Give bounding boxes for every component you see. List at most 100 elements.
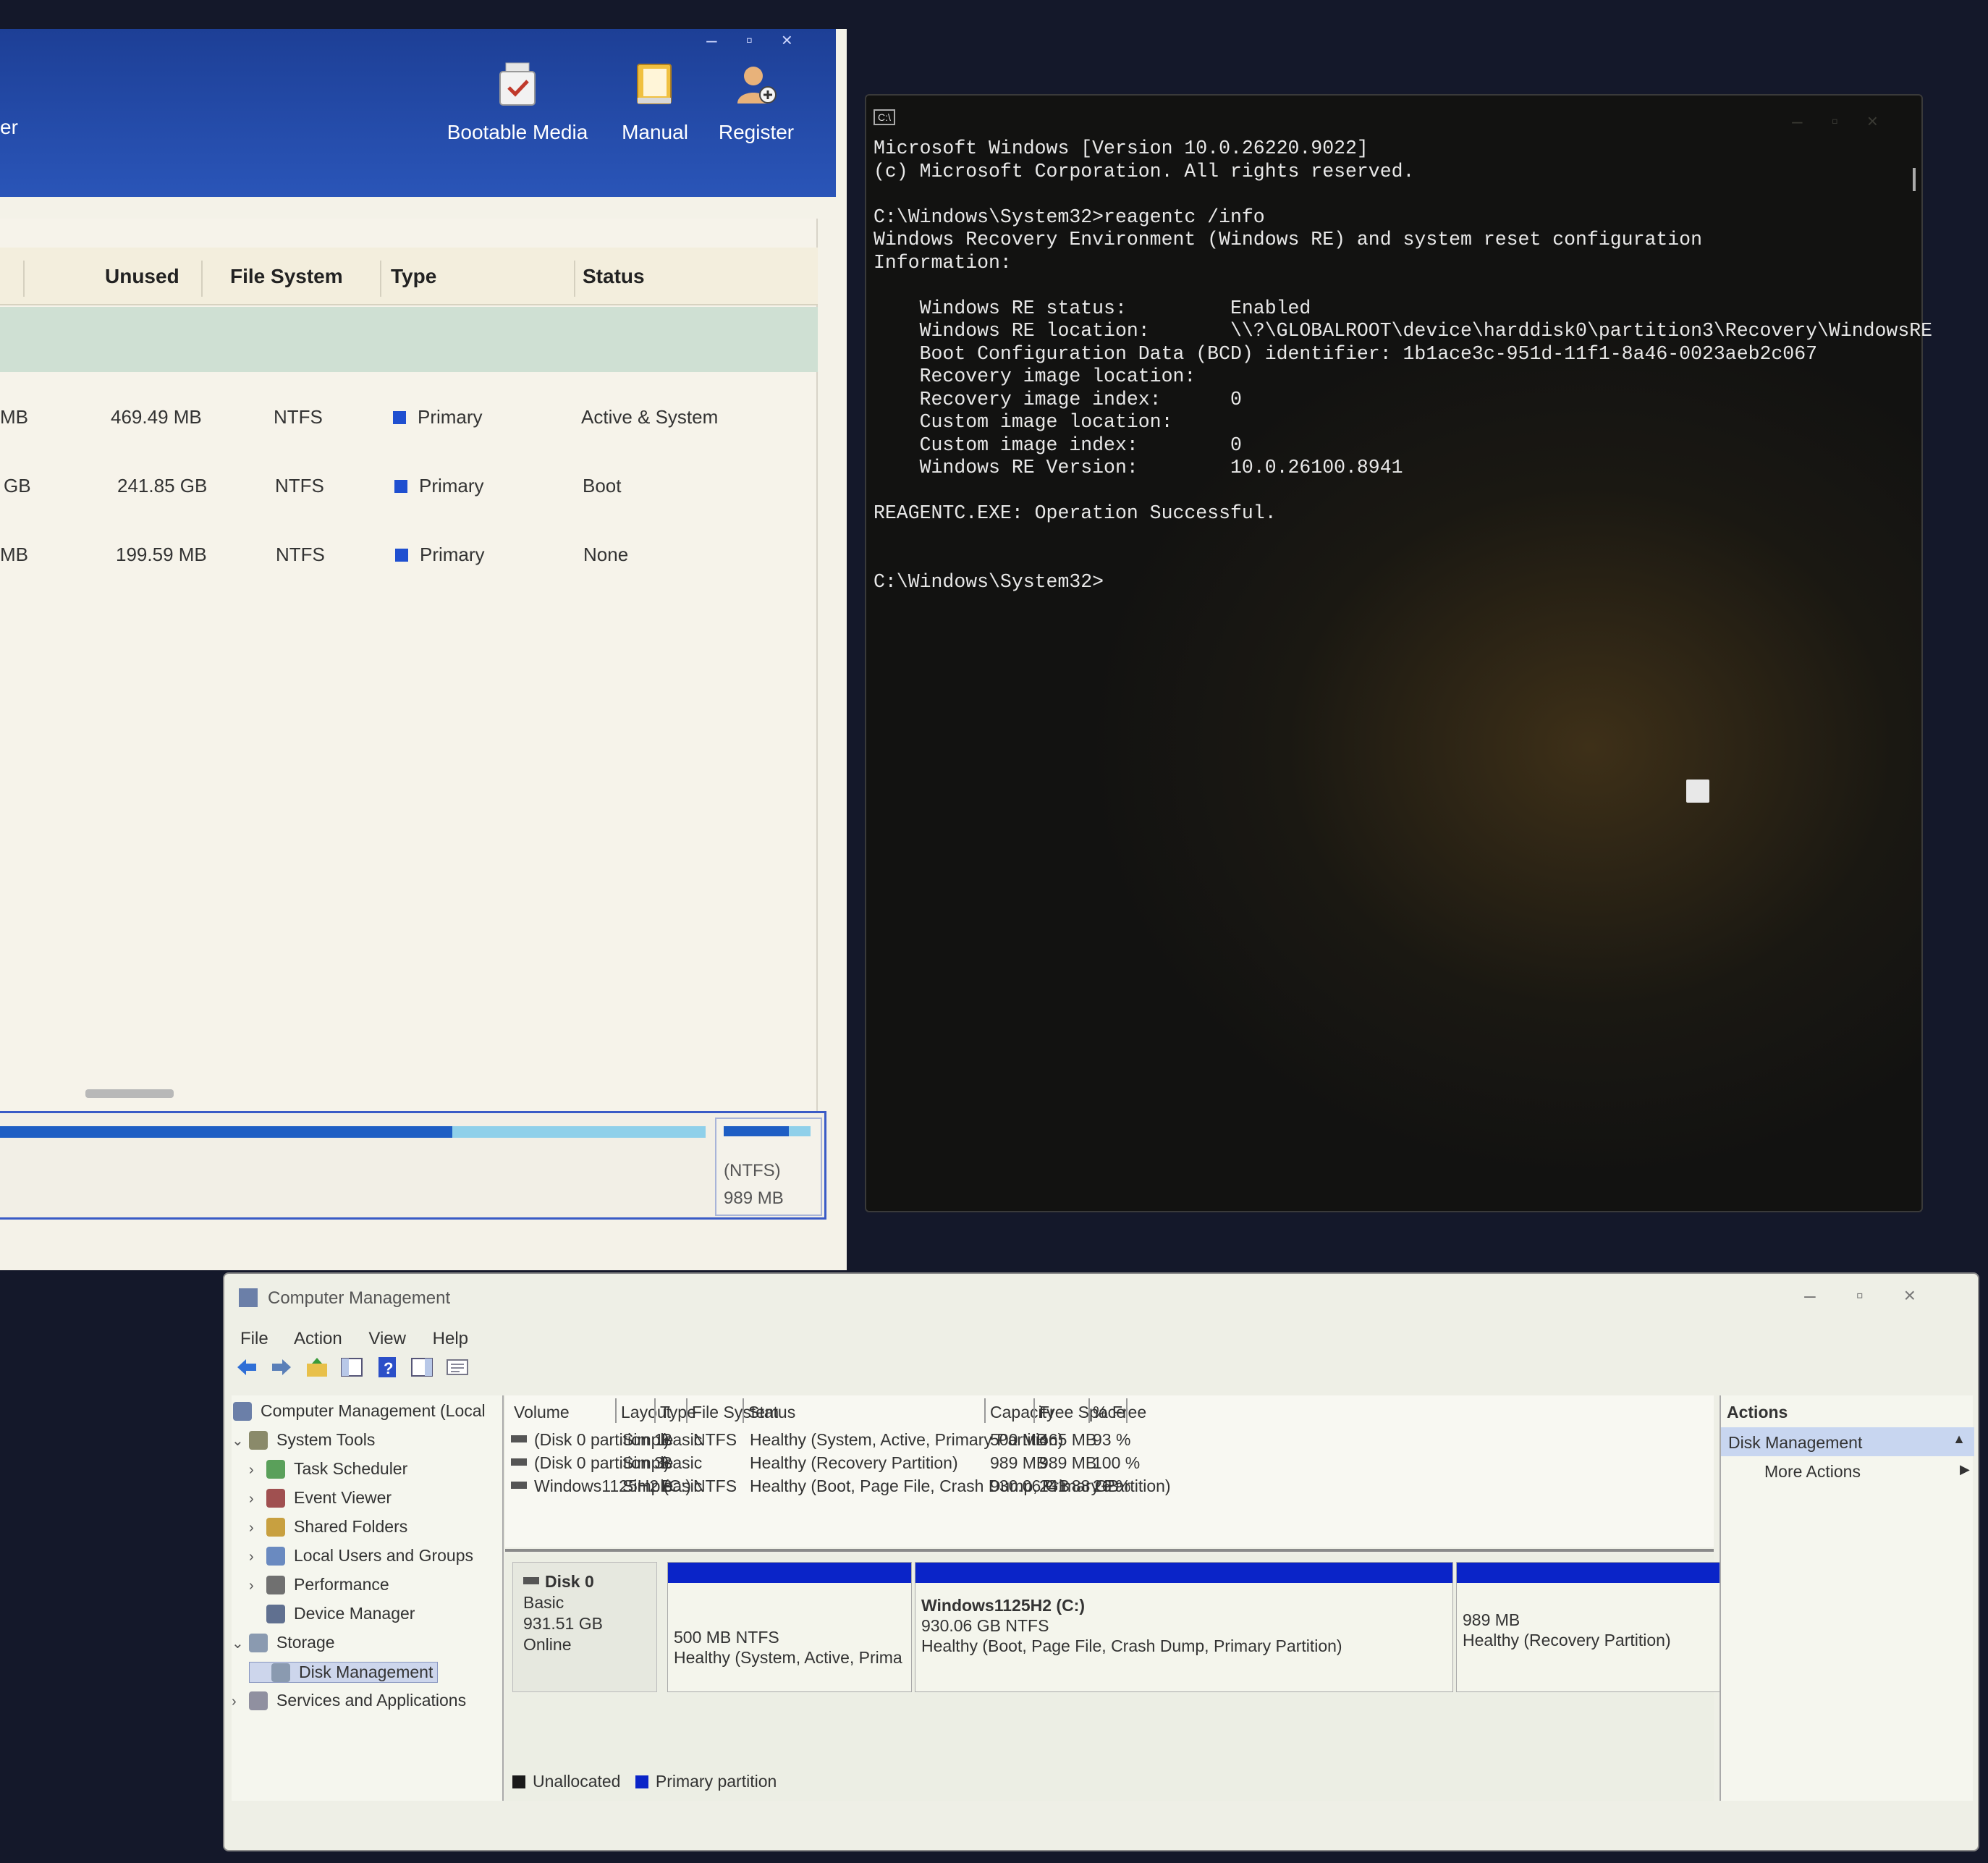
type-label: Primary bbox=[420, 544, 485, 565]
chevron-right-icon: ▶ bbox=[1960, 1462, 1970, 1477]
primary-partition-stripe bbox=[668, 1563, 911, 1583]
partition-status: Healthy (Recovery Partition) bbox=[1463, 1631, 1671, 1649]
disk-0-label[interactable]: Disk 0 Basic 931.51 GB Online bbox=[512, 1562, 657, 1692]
size-cell: MB bbox=[0, 406, 28, 428]
horizontal-scrollbar[interactable] bbox=[85, 1089, 174, 1098]
tree-item-performance[interactable]: › Performance bbox=[249, 1575, 389, 1594]
menu-action[interactable]: Action bbox=[294, 1329, 342, 1348]
column-header-unused[interactable]: Unused bbox=[105, 265, 179, 288]
column-separator[interactable] bbox=[23, 261, 25, 297]
console-line: Recovery image index: 0 bbox=[874, 388, 1242, 410]
tree-item-disk-management[interactable]: Disk Management bbox=[249, 1662, 439, 1683]
partition-size: 930.06 GB NTFS bbox=[921, 1616, 1049, 1635]
table-row[interactable]: GB 241.85 GB NTFS Primary Boot bbox=[0, 457, 818, 523]
chevron-right-icon[interactable]: › bbox=[249, 1549, 266, 1566]
user-add-icon bbox=[737, 67, 777, 104]
column-header-status[interactable]: Status bbox=[748, 1403, 795, 1422]
app-title-fragment: er bbox=[0, 116, 18, 138]
forward-arrow-icon[interactable] bbox=[269, 1355, 294, 1380]
properties-icon[interactable] bbox=[445, 1355, 470, 1380]
column-separator[interactable] bbox=[743, 1398, 744, 1423]
console-line: Custom image index: 0 bbox=[874, 434, 1242, 456]
more-actions-item[interactable]: More Actions ▶ bbox=[1764, 1462, 1970, 1482]
tree-item-storage[interactable]: ⌄ Storage bbox=[232, 1633, 335, 1652]
partition-system[interactable]: 500 MB NTFS Healthy (System, Active, Pri… bbox=[667, 1562, 912, 1692]
tree-item-local-users-and-groups[interactable]: › Local Users and Groups bbox=[249, 1546, 473, 1566]
menu-file[interactable]: File bbox=[240, 1329, 268, 1348]
table-row[interactable]: (Disk 0 partition 3) Simple Basic Health… bbox=[505, 1453, 1714, 1477]
table-row[interactable]: MB 469.49 MB NTFS Primary Active & Syste… bbox=[0, 389, 818, 454]
partition-usage-bar[interactable] bbox=[0, 1126, 706, 1138]
chevron-down-icon[interactable]: ⌄ bbox=[232, 1432, 249, 1450]
tree-item-device-manager[interactable]: Device Manager bbox=[249, 1604, 415, 1623]
recovery-size-label: 989 MB bbox=[724, 1188, 784, 1208]
window-caption-buttons[interactable]: –▫× bbox=[1792, 110, 1907, 132]
column-separator[interactable] bbox=[1088, 1398, 1090, 1423]
column-separator[interactable] bbox=[654, 1398, 656, 1423]
column-header-status[interactable]: Status bbox=[583, 265, 645, 288]
tree-item-label: Task Scheduler bbox=[294, 1459, 408, 1478]
column-header-volume[interactable]: Volume bbox=[514, 1403, 570, 1422]
menu-view[interactable]: View bbox=[368, 1329, 406, 1348]
users-icon bbox=[266, 1547, 285, 1566]
column-header-type[interactable]: Type bbox=[391, 265, 436, 288]
pane-splitter[interactable] bbox=[505, 1549, 1714, 1552]
column-separator[interactable] bbox=[201, 261, 203, 297]
back-arrow-icon[interactable] bbox=[234, 1355, 259, 1380]
column-separator[interactable] bbox=[984, 1398, 986, 1423]
chevron-down-icon[interactable]: ⌄ bbox=[232, 1634, 249, 1652]
clock-icon bbox=[266, 1460, 285, 1479]
device-manager-icon bbox=[266, 1605, 285, 1623]
console-output[interactable]: Microsoft Windows [Version 10.0.26220.90… bbox=[874, 138, 1932, 593]
tree-item-event-viewer[interactable]: › Event Viewer bbox=[249, 1488, 392, 1508]
bootable-media-button[interactable]: Bootable Media bbox=[438, 62, 597, 144]
command-prompt-window[interactable]: C:\ –▫× Microsoft Windows [Version 10.0.… bbox=[865, 94, 1932, 1212]
console-line: C:\Windows\System32> bbox=[874, 570, 1104, 593]
column-separator[interactable] bbox=[615, 1398, 617, 1423]
tree-item-shared-folders[interactable]: › Shared Folders bbox=[249, 1517, 407, 1537]
partition-recovery[interactable]: 989 MB Healthy (Recovery Partition) bbox=[1456, 1562, 1727, 1692]
tree-item-task-scheduler[interactable]: › Task Scheduler bbox=[249, 1459, 407, 1479]
chevron-right-icon[interactable]: › bbox=[232, 1694, 249, 1710]
partition-windows-c[interactable]: Windows1125H2 (C:) 930.06 GB NTFS Health… bbox=[915, 1562, 1453, 1692]
disk-size: 931.51 GB bbox=[523, 1614, 603, 1633]
window-caption-buttons[interactable]: –▫× bbox=[706, 29, 821, 51]
legend-unallocated-swatch bbox=[512, 1775, 525, 1788]
table-row[interactable]: (Disk 0 partition 1) Simple Basic NTFS H… bbox=[505, 1430, 1714, 1453]
type-label: Primary bbox=[419, 475, 484, 497]
tree-item-computer-management-local[interactable]: Computer Management (Local bbox=[233, 1401, 486, 1421]
show-action-pane-icon[interactable] bbox=[410, 1355, 434, 1380]
chevron-right-icon[interactable]: › bbox=[249, 1491, 266, 1508]
selected-disk-row[interactable] bbox=[0, 307, 818, 372]
window-caption-buttons[interactable]: –▫× bbox=[1804, 1284, 1956, 1307]
chevron-right-icon[interactable]: › bbox=[249, 1520, 266, 1537]
column-separator[interactable] bbox=[380, 261, 381, 297]
menu-bar: File Action View Help bbox=[240, 1329, 490, 1349]
chevron-right-icon[interactable]: › bbox=[249, 1462, 266, 1479]
recovery-partition-card[interactable]: (NTFS) 989 MB bbox=[715, 1118, 822, 1216]
table-row[interactable]: Windows1125H2 (C:) Simple Basic NTFS Hea… bbox=[505, 1477, 1714, 1500]
column-header-file-system[interactable]: File System bbox=[230, 265, 343, 288]
up-folder-icon[interactable] bbox=[305, 1355, 329, 1380]
menu-help[interactable]: Help bbox=[433, 1329, 468, 1348]
collapse-up-icon[interactable]: ▲ bbox=[1953, 1432, 1966, 1447]
actions-disk-management[interactable]: Disk Management ▲ bbox=[1721, 1427, 1974, 1456]
show-hide-tree-icon[interactable] bbox=[339, 1355, 364, 1380]
table-row[interactable]: MB 199.59 MB NTFS Primary None bbox=[0, 526, 818, 591]
register-button[interactable]: Register bbox=[677, 62, 836, 144]
column-header-percent-free[interactable]: % Free bbox=[1093, 1403, 1146, 1422]
column-separator[interactable] bbox=[686, 1398, 688, 1423]
chevron-right-icon[interactable]: › bbox=[249, 1578, 266, 1594]
column-header-type[interactable]: Type bbox=[660, 1403, 696, 1422]
console-scrollbar[interactable] bbox=[1913, 168, 1916, 191]
column-separator[interactable] bbox=[1126, 1398, 1128, 1423]
help-icon[interactable]: ? bbox=[375, 1355, 399, 1380]
tree-item-services-and-applications[interactable]: › Services and Applications bbox=[232, 1691, 466, 1710]
status-cell: None bbox=[583, 544, 629, 565]
column-separator[interactable] bbox=[1033, 1398, 1035, 1423]
tree-item-system-tools[interactable]: ⌄ System Tools bbox=[232, 1430, 375, 1450]
console-line: Windows Recovery Environment (Windows RE… bbox=[874, 229, 1702, 250]
column-separator[interactable] bbox=[574, 261, 575, 297]
